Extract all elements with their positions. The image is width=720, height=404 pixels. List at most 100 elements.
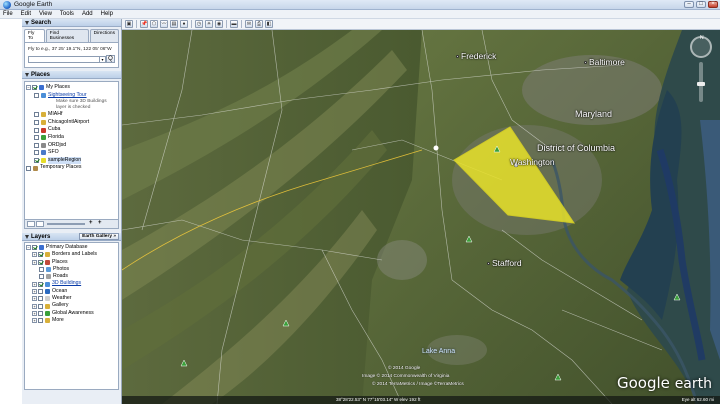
record-tour-icon[interactable]: ● [180, 20, 188, 28]
tree-item-miahf[interactable]: MIAHf [26, 111, 117, 119]
layer-places[interactable]: + Places [26, 259, 117, 266]
layer-roads[interactable]: Roads [26, 273, 117, 280]
checkbox[interactable] [38, 288, 43, 294]
checkbox[interactable] [39, 274, 44, 280]
chevron-down-icon[interactable]: ▾ [99, 57, 105, 62]
earth-gallery-button[interactable]: Earth Gallery » [79, 233, 119, 240]
close-button[interactable]: × [708, 1, 718, 8]
city-label-baltimore[interactable]: Baltimore [584, 57, 625, 67]
checkbox[interactable] [38, 310, 43, 316]
expand-collapse-icon[interactable]: + [32, 318, 37, 324]
expand-collapse-icon[interactable]: + [32, 288, 37, 294]
tree-item-temporary-places[interactable]: Temporary Places [26, 164, 117, 172]
city-label-frederick[interactable]: Frederick [456, 51, 496, 61]
layer-global-awareness[interactable]: + Global Awareness [26, 310, 117, 317]
checkbox[interactable] [26, 165, 31, 171]
maximize-button[interactable]: □ [696, 1, 706, 8]
layers-panel-header[interactable]: Layers Earth Gallery » [22, 233, 121, 241]
layer-borders-labels[interactable]: + Borders and Labels [26, 251, 117, 258]
layer-weather[interactable]: + Weather [26, 295, 117, 302]
minimize-button[interactable]: – [684, 1, 694, 8]
checkbox[interactable] [34, 127, 39, 133]
toolbar-separator [241, 20, 242, 28]
search-places-button[interactable] [27, 221, 35, 227]
checkbox[interactable] [34, 92, 39, 98]
expand-collapse-icon[interactable]: − [26, 85, 31, 91]
zoom-slider-knob[interactable] [697, 82, 705, 86]
tab-fly-to[interactable]: Fly To [24, 29, 45, 42]
tree-item-sightseeing-tour[interactable]: Sightseeing Tour [26, 92, 117, 100]
expand-collapse-icon[interactable]: − [26, 245, 31, 251]
planets-icon[interactable]: ◉ [215, 20, 223, 28]
tree-item-florida[interactable]: Florida [26, 134, 117, 142]
layer-ocean[interactable]: + Ocean [26, 288, 117, 295]
add-button[interactable]: + [89, 220, 93, 226]
tab-directions[interactable]: Directions [89, 29, 119, 42]
hide-sidebar-icon[interactable]: ▣ [125, 20, 133, 28]
checkbox[interactable] [38, 318, 43, 324]
placemark-icon[interactable]: 📌 [140, 20, 148, 28]
add-folder-button[interactable]: + [98, 220, 102, 226]
search-input[interactable]: ▾ [28, 56, 106, 63]
compass-icon[interactable]: N [690, 35, 712, 58]
tab-find-businesses[interactable]: Find Businesses [45, 29, 89, 42]
tree-item-cuba[interactable]: Cuba [26, 126, 117, 134]
checkbox[interactable] [34, 135, 39, 141]
menu-file[interactable]: File [3, 10, 13, 18]
view-toggle-button[interactable] [36, 221, 44, 227]
search-button[interactable]: Q [106, 55, 115, 63]
layer-more[interactable]: + More [26, 317, 117, 324]
checkbox[interactable] [38, 296, 43, 302]
opacity-slider[interactable] [47, 223, 85, 225]
expand-collapse-icon[interactable]: + [32, 259, 37, 265]
expand-collapse-icon[interactable]: + [32, 310, 37, 316]
checkbox[interactable] [34, 150, 39, 156]
zoom-slider[interactable] [697, 62, 705, 102]
checkbox[interactable] [32, 85, 37, 91]
city-label-stafford[interactable]: Stafford [487, 258, 522, 268]
tree-item-chicago-airport[interactable]: ChicagoIntlAirport [26, 119, 117, 127]
tree-item-sample-region[interactable]: sampleRegion [26, 156, 117, 165]
checkbox[interactable] [34, 120, 39, 126]
path-icon[interactable]: 〰 [160, 20, 168, 28]
menu-edit[interactable]: Edit [21, 10, 31, 18]
expand-collapse-icon[interactable]: + [32, 303, 37, 309]
layer-photos[interactable]: Photos [26, 266, 117, 273]
layer-gallery[interactable]: + Gallery [26, 302, 117, 309]
tree-item-sfo[interactable]: SFO [26, 149, 117, 157]
ruler-icon[interactable]: ▬ [230, 20, 238, 28]
menu-tools[interactable]: Tools [60, 10, 74, 18]
checkbox[interactable] [38, 281, 43, 287]
checkbox[interactable] [38, 259, 43, 265]
checkbox[interactable] [34, 158, 39, 164]
historical-imagery-icon[interactable]: ◷ [195, 20, 203, 28]
print-icon[interactable]: ⎙ [255, 20, 263, 28]
email-icon[interactable]: ✉ [245, 20, 253, 28]
checkbox[interactable] [38, 303, 43, 309]
expand-collapse-icon[interactable]: + [32, 296, 37, 302]
city-label-washington[interactable]: Washington [510, 157, 555, 167]
layer-primary-database[interactable]: − Primary Database [26, 244, 117, 251]
view-in-maps-icon[interactable]: ◧ [265, 20, 273, 28]
menu-add[interactable]: Add [82, 10, 93, 18]
checkbox[interactable] [32, 245, 37, 251]
menu-help[interactable]: Help [101, 10, 113, 18]
navigation-controls[interactable]: N [686, 35, 716, 102]
tree-item-ordjsd[interactable]: ORDjsd [26, 142, 117, 150]
layer-3d-buildings[interactable]: + 3D Buildings [26, 280, 117, 287]
map-view[interactable]: Frederick Baltimore Washington Stafford … [122, 30, 720, 404]
places-panel-header[interactable]: Places [22, 71, 121, 79]
expand-collapse-icon[interactable]: + [32, 252, 37, 258]
sun-icon[interactable]: ☀ [205, 20, 213, 28]
checkbox[interactable] [39, 267, 44, 273]
search-panel-header[interactable]: Search [22, 19, 121, 27]
tree-item-my-places[interactable]: − My Places [26, 84, 117, 92]
image-overlay-icon[interactable]: ▤ [170, 20, 178, 28]
tree-item-label[interactable]: Sightseeing Tour [48, 92, 87, 100]
checkbox[interactable] [34, 112, 39, 118]
checkbox[interactable] [38, 252, 43, 258]
checkbox[interactable] [34, 142, 39, 148]
expand-collapse-icon[interactable]: + [32, 281, 37, 287]
polygon-icon[interactable]: ⬠ [150, 20, 158, 28]
menu-view[interactable]: View [39, 10, 52, 18]
